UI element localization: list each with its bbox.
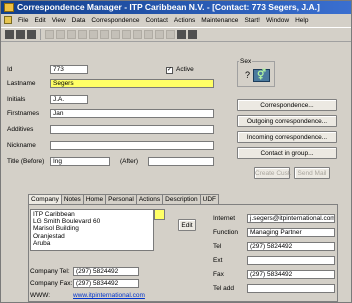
menu-edit[interactable]: Edit: [34, 17, 45, 24]
additives-field[interactable]: [50, 125, 214, 134]
incoming-correspondence-button[interactable]: Incoming correspondence...: [237, 131, 337, 143]
undo-icon[interactable]: [89, 30, 98, 39]
active-label: Active: [176, 66, 194, 73]
company-address-box[interactable]: ITP Caribbean LG Smith Boulevard 60 Mari…: [30, 209, 154, 251]
company-tel-field[interactable]: (297) 5824492: [73, 267, 139, 276]
company-tel-label: Company Tel:: [30, 268, 70, 275]
lastname-field[interactable]: Segers: [50, 79, 214, 88]
company-fax-field[interactable]: (297) 5834492: [73, 279, 139, 288]
filter-icon[interactable]: [155, 30, 164, 39]
internet-label: Internet: [213, 215, 236, 222]
menu-bar: File Edit View Data Correspondence Conta…: [1, 14, 351, 26]
title-bar: Correspondence Manager - ITP Caribbean N…: [1, 1, 351, 14]
ext-label: Ext: [213, 257, 223, 264]
initials-field[interactable]: J.A.: [50, 95, 88, 104]
close-icon[interactable]: [188, 30, 197, 39]
menu-correspondence[interactable]: Correspondence: [91, 17, 139, 24]
window-title: Correspondence Manager - ITP Caribbean N…: [17, 2, 320, 12]
menu-maintenance[interactable]: Maintenance: [201, 17, 238, 24]
menu-view[interactable]: View: [52, 17, 66, 24]
company-color-swatch[interactable]: [154, 209, 165, 220]
address-line: Aruba: [33, 239, 51, 247]
title-before-label: Title (Before): [7, 158, 45, 165]
print-icon[interactable]: [45, 30, 54, 39]
www-link[interactable]: www.itpinternational.com: [73, 291, 145, 300]
initials-label: Initials: [7, 96, 26, 103]
fax-field[interactable]: (297) 5834492: [247, 270, 335, 279]
nickname-field[interactable]: [50, 141, 214, 150]
menu-data[interactable]: Data: [72, 17, 86, 24]
address-line: LG Smith Boulevard 60: [33, 218, 101, 226]
tel-add-label: Tel add: [213, 285, 234, 292]
sex-value: ?: [245, 70, 251, 80]
internet-field[interactable]: j.segers@itpinternational.com: [247, 214, 335, 223]
menu-actions[interactable]: Actions: [174, 17, 195, 24]
sort-icon[interactable]: [166, 30, 175, 39]
last-record-icon[interactable]: [133, 30, 142, 39]
title-after-label: (After): [120, 158, 139, 165]
save-icon[interactable]: [27, 30, 36, 39]
copy-icon[interactable]: [67, 30, 76, 39]
sex-toggle-icon[interactable]: ⚥: [253, 69, 270, 82]
firstnames-label: Firstnames: [7, 110, 40, 117]
outgoing-correspondence-button[interactable]: Outgoing correspondence...: [237, 115, 337, 127]
edit-button[interactable]: Edit: [178, 219, 196, 231]
send-mail-button[interactable]: Send Mail: [294, 167, 330, 179]
menu-start[interactable]: Start!: [244, 17, 260, 24]
fax-label: Fax: [213, 271, 224, 278]
nickname-label: Nickname: [7, 142, 36, 149]
toolbar-separator: [40, 29, 41, 40]
company-fax-label: Company Fax:: [30, 280, 73, 287]
cut-icon[interactable]: [56, 30, 65, 39]
menu-window[interactable]: Window: [266, 17, 289, 24]
app-icon: [4, 3, 14, 12]
ext-field[interactable]: [247, 256, 335, 265]
id-label: Id: [7, 66, 13, 73]
address-line: Marisol Building: [33, 225, 79, 233]
menu-help[interactable]: Help: [295, 17, 308, 24]
function-field[interactable]: Managing Partner: [247, 228, 335, 237]
menu-file[interactable]: File: [18, 17, 28, 24]
find-icon[interactable]: [144, 30, 153, 39]
paste-icon[interactable]: [78, 30, 87, 39]
toolbar: [1, 27, 351, 42]
grid-icon[interactable]: [177, 30, 186, 39]
id-field[interactable]: 773: [50, 65, 88, 74]
new-icon[interactable]: [5, 30, 14, 39]
address-line: ITP Caribbean: [33, 211, 75, 218]
additives-label: Additives: [7, 126, 34, 133]
tel-label: Tel: [213, 243, 222, 250]
tel-add-field[interactable]: [247, 284, 335, 293]
next-record-icon[interactable]: [122, 30, 131, 39]
lastname-label: Lastname: [7, 80, 36, 87]
function-label: Function: [213, 229, 238, 236]
previous-record-icon[interactable]: [111, 30, 120, 39]
title-after-field[interactable]: [148, 157, 214, 166]
tel-field[interactable]: (297) 5824492: [247, 242, 335, 251]
open-icon[interactable]: [16, 30, 25, 39]
address-line: Oranjestad: [33, 232, 65, 240]
menu-contact[interactable]: Contact: [145, 17, 167, 24]
correspondence-button[interactable]: Correspondence...: [237, 99, 337, 111]
first-record-icon[interactable]: [100, 30, 109, 39]
sex-label: Sex: [239, 57, 253, 66]
app-window: Correspondence Manager - ITP Caribbean N…: [0, 0, 352, 303]
contact-in-group-button[interactable]: Contact in group...: [237, 147, 337, 159]
www-label: WWW:: [30, 292, 51, 299]
firstnames-field[interactable]: Jan: [50, 109, 214, 118]
title-before-field[interactable]: Ing: [50, 157, 110, 166]
document-icon[interactable]: [4, 16, 12, 24]
create-cust-button[interactable]: Create Cust.: [254, 167, 292, 179]
active-checkbox[interactable]: ✓: [166, 67, 173, 74]
